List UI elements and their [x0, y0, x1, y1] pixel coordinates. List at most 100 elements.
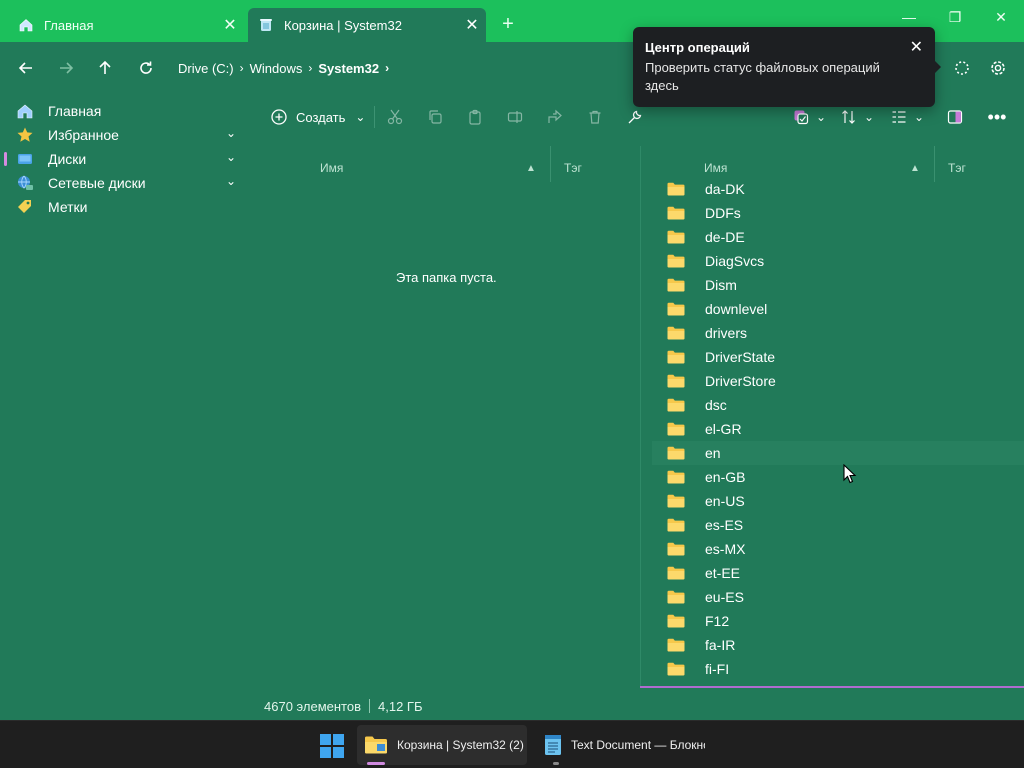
list-item[interactable]: el-GR: [652, 417, 1024, 441]
list-item[interactable]: de-DE: [652, 225, 1024, 249]
pane-divider[interactable]: [640, 146, 641, 686]
settings-button[interactable]: [984, 54, 1012, 82]
file-name: DriverStore: [705, 373, 776, 389]
close-tab-icon[interactable]: ✕: [216, 15, 244, 35]
column-header-tag[interactable]: Тэг: [564, 156, 582, 180]
list-item[interactable]: downlevel: [652, 297, 1024, 321]
sidebar-item-home[interactable]: Главная: [0, 99, 248, 123]
file-name: downlevel: [705, 301, 768, 317]
cut-button[interactable]: [384, 106, 406, 128]
paste-button[interactable]: [464, 106, 486, 128]
list-item[interactable]: F12: [652, 609, 1024, 633]
more-options-button[interactable]: •••: [986, 106, 1008, 128]
copy-button[interactable]: [424, 106, 446, 128]
list-item[interactable]: en-US: [652, 489, 1024, 513]
taskbar-item-explorer[interactable]: Корзина | System32 (2): [357, 725, 527, 765]
operations-button[interactable]: [948, 54, 976, 82]
list-item[interactable]: et-EE: [652, 561, 1024, 585]
sidebar: Главная Избранное ⌄ Диски ⌄ Сетевые диск…: [0, 96, 248, 720]
refresh-icon: [140, 61, 152, 74]
folder-icon: [667, 374, 685, 388]
sort-button[interactable]: [838, 106, 860, 128]
forward-button[interactable]: [50, 52, 82, 84]
forward-arrow-icon: [60, 62, 74, 74]
list-item[interactable]: DDFs: [652, 201, 1024, 225]
rename-button[interactable]: [504, 106, 526, 128]
list-item[interactable]: eu-ES: [652, 585, 1024, 609]
share-button[interactable]: [544, 106, 566, 128]
select-mode-button[interactable]: [790, 106, 812, 128]
create-button[interactable]: Создать ⌄: [270, 104, 365, 130]
list-item[interactable]: DriverState: [652, 345, 1024, 369]
list-item[interactable]: es-ES: [652, 513, 1024, 537]
sidebar-item-label: Сетевые диски: [48, 175, 146, 191]
folder-icon: [363, 733, 389, 757]
properties-button[interactable]: [624, 106, 646, 128]
breadcrumb-drive[interactable]: Drive (C:) ›: [178, 61, 250, 76]
chevron-down-icon[interactable]: ⌄: [814, 106, 828, 128]
delete-button[interactable]: [584, 106, 606, 128]
tab-home[interactable]: Главная ✕: [8, 8, 244, 42]
close-window-button[interactable]: ✕: [978, 0, 1024, 34]
clipboard-icon: [469, 109, 481, 125]
chevron-down-icon[interactable]: ⌄: [226, 126, 236, 140]
folder-icon: [667, 614, 685, 628]
list-item[interactable]: fi-FI: [652, 657, 1024, 681]
column-separator[interactable]: [550, 146, 551, 182]
right-pane[interactable]: Имя ▲ Тэг da-DK DDFs de-DE DiagSvcs Dism down…: [642, 146, 1024, 686]
close-tab-icon[interactable]: ✕: [458, 15, 486, 35]
refresh-button[interactable]: [130, 52, 162, 84]
trash-icon: [589, 110, 601, 124]
create-label: Создать: [296, 109, 346, 125]
scissors-icon: [387, 109, 403, 125]
sidebar-item-favorites[interactable]: Избранное ⌄: [0, 123, 248, 147]
left-pane[interactable]: Имя ▲ Тэг Эта папка пуста.: [250, 146, 640, 686]
list-item[interactable]: drivers: [652, 321, 1024, 345]
back-button[interactable]: [10, 52, 42, 84]
breadcrumb-system32[interactable]: System32 ›: [318, 61, 395, 76]
sidebar-item-label: Диски: [48, 151, 87, 167]
new-tab-button[interactable]: +: [496, 10, 520, 38]
list-item[interactable]: es-MX: [652, 537, 1024, 561]
sidebar-item-label: Метки: [48, 199, 88, 215]
taskbar-item-notepad[interactable]: Text Document — Блокнот: [537, 725, 705, 765]
breadcrumb-windows[interactable]: Windows ›: [250, 61, 319, 76]
active-pane-indicator: [640, 686, 1024, 688]
windows-start-icon[interactable]: [318, 733, 346, 759]
list-item[interactable]: DriverStore: [652, 369, 1024, 393]
layout-button[interactable]: [888, 106, 910, 128]
list-item[interactable]: Dism: [652, 273, 1024, 297]
list-item[interactable]: DiagSvcs: [652, 249, 1024, 273]
up-button[interactable]: [89, 52, 121, 84]
sidebar-item-drives[interactable]: Диски ⌄: [0, 147, 248, 171]
operations-center-popup[interactable]: Центр операций Проверить статус файловых…: [633, 27, 941, 107]
sidebar-item-tags[interactable]: Метки: [0, 195, 248, 219]
maximize-button[interactable]: ❐: [932, 0, 978, 34]
list-item[interactable]: en: [652, 441, 1024, 465]
folder-icon: [667, 350, 685, 364]
chevron-down-icon[interactable]: ⌄: [226, 174, 236, 188]
file-name: es-MX: [705, 541, 746, 557]
address-bar[interactable]: Drive (C:) › Windows › System32 ›: [168, 50, 638, 86]
share-icon: [548, 109, 562, 123]
tab-system32[interactable]: Корзина | System32 ✕: [248, 8, 486, 42]
list-item[interactable]: dsc: [652, 393, 1024, 417]
list-item[interactable]: da-DK: [652, 177, 1024, 201]
list-item[interactable]: fa-IR: [652, 633, 1024, 657]
sidebar-item-label: Главная: [48, 103, 102, 119]
preview-pane-button[interactable]: [944, 106, 966, 128]
mouse-cursor-icon: [843, 464, 857, 484]
chevron-down-icon[interactable]: ⌄: [226, 150, 236, 164]
chevron-down-icon[interactable]: ⌄: [862, 106, 876, 128]
network-drive-icon: [16, 174, 34, 192]
close-icon[interactable]: ✕: [910, 37, 923, 57]
chevron-down-icon[interactable]: ⌄: [912, 106, 926, 128]
list-item[interactable]: en-GB: [652, 465, 1024, 489]
sidebar-item-network-drives[interactable]: Сетевые диски ⌄: [0, 171, 248, 195]
tab-label: Корзина | System32: [284, 17, 402, 33]
column-header-name[interactable]: Имя: [320, 156, 343, 180]
popup-message: Проверить статус файловых операций здесь: [645, 60, 880, 93]
folder-icon: [667, 206, 685, 220]
file-name: en-GB: [705, 469, 746, 485]
wrench-icon: [628, 110, 642, 124]
